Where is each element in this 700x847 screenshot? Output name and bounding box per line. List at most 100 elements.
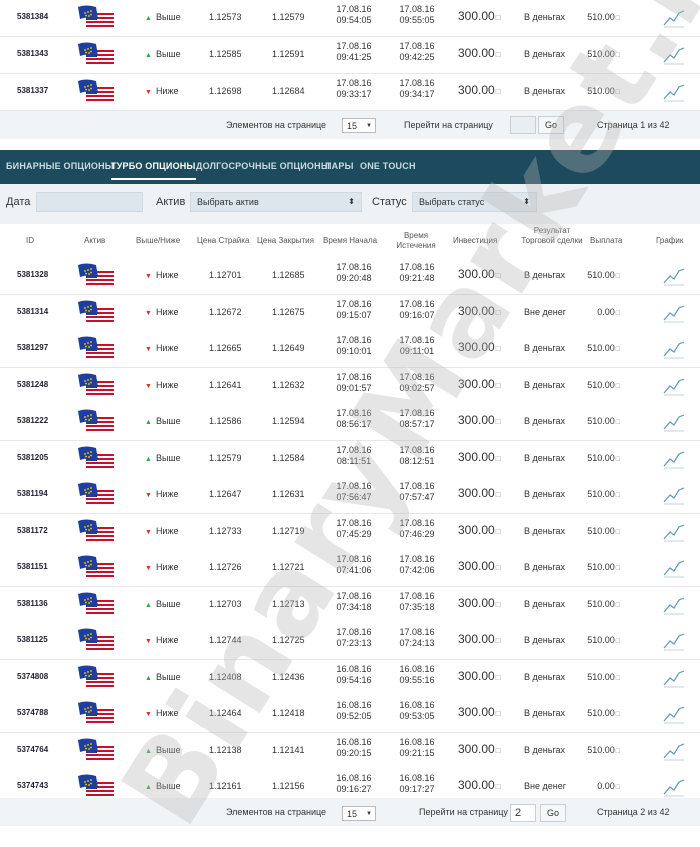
direction-label: Выше bbox=[155, 452, 181, 463]
col-close[interactable]: Цена Закрытия bbox=[257, 236, 314, 246]
goto-page-input[interactable]: 2 bbox=[510, 804, 536, 822]
chart-icon[interactable] bbox=[663, 631, 685, 651]
chart-icon[interactable] bbox=[663, 376, 685, 396]
direction-label: Ниже bbox=[155, 635, 179, 645]
date-input[interactable] bbox=[36, 192, 143, 212]
direction: ▼ Ниже bbox=[145, 86, 179, 96]
start-clock: 09:16:27 bbox=[336, 784, 372, 794]
col-investment[interactable]: Инвестиция bbox=[453, 236, 497, 246]
strike-price: 1.12579 bbox=[209, 452, 242, 463]
end-clock: 07:24:13 bbox=[399, 638, 435, 648]
arrow-up-icon: ▲ bbox=[145, 674, 152, 682]
status-select[interactable]: Выбрать статус ⬍ bbox=[412, 192, 537, 212]
end-clock: 09:53:05 bbox=[399, 711, 435, 721]
end-clock: 09:16:07 bbox=[399, 309, 435, 320]
chart-icon[interactable] bbox=[663, 339, 685, 359]
trade-result: В деньгах bbox=[524, 452, 566, 463]
col-asset[interactable]: Актив bbox=[84, 236, 105, 246]
close-price: 1.12713 bbox=[272, 598, 305, 609]
start-date: 16.08.16 bbox=[336, 700, 372, 710]
col-id[interactable]: ID bbox=[26, 236, 34, 246]
option-type-tabs: БИНАРНЫЕ ОПЦИОНЫ ТУРБО ОПЦИОНЫ ДОЛГОСРОЧ… bbox=[0, 150, 700, 184]
col-direction[interactable]: Выше/Ниже bbox=[136, 236, 180, 246]
expiry-time: 17.08.16 07:35:18 bbox=[397, 591, 437, 613]
asset-select[interactable]: Выбрать актив ⬍ bbox=[190, 192, 362, 212]
per-page-select[interactable]: 15 ▼ bbox=[342, 806, 376, 821]
start-date: 16.08.16 bbox=[336, 773, 372, 783]
table-row: 5381151 ▼ Ниже 1.12726 1.12721 17.08.16 07:41:… bbox=[0, 550, 700, 587]
eurusd-flag-icon bbox=[76, 335, 116, 361]
start-date: 17.08.16 bbox=[336, 298, 372, 309]
chart-icon[interactable] bbox=[663, 741, 685, 761]
payout-amount: 510.00 bbox=[587, 49, 615, 59]
start-time: 17.08.16 07:34:18 bbox=[334, 591, 374, 613]
chart-icon[interactable] bbox=[663, 82, 685, 102]
chart-icon[interactable] bbox=[663, 485, 685, 505]
tab-turbo-options[interactable]: ТУРБО ОПЦИОНЫ bbox=[111, 161, 196, 180]
chart-icon[interactable] bbox=[663, 45, 685, 65]
currency-icon: □ bbox=[495, 50, 501, 59]
chart-icon[interactable] bbox=[663, 412, 685, 432]
currency-icon: □ bbox=[615, 565, 620, 572]
strike-price: 1.12408 bbox=[209, 671, 242, 682]
start-clock: 09:41:25 bbox=[336, 52, 372, 62]
trade-id: 5381343 bbox=[17, 49, 49, 58]
payout-amount: 510.00 bbox=[587, 708, 615, 718]
payout: 0.00□ bbox=[582, 781, 620, 791]
col-start-time[interactable]: Время Начала bbox=[323, 236, 377, 246]
col-strike[interactable]: Цена Страйка bbox=[197, 236, 249, 246]
tab-pairs[interactable]: ПАРЫ bbox=[325, 161, 354, 171]
start-clock: 08:11:51 bbox=[336, 455, 372, 466]
chart-icon[interactable] bbox=[663, 449, 685, 469]
payout: 510.00□ bbox=[582, 12, 620, 22]
table-row: 5374764 ▲ Выше 1.12138 1.12141 16.08.16 09:20:… bbox=[0, 732, 700, 770]
per-page-select[interactable]: 15 ▼ bbox=[342, 118, 376, 133]
currency-icon: □ bbox=[615, 674, 620, 682]
chart-icon[interactable] bbox=[663, 522, 685, 542]
col-expiry-time[interactable]: Время Истечения bbox=[392, 231, 440, 251]
currency-icon: □ bbox=[495, 307, 501, 317]
trade-id: 5381337 bbox=[17, 86, 49, 95]
col-payout[interactable]: Выплата bbox=[590, 236, 622, 246]
close-price: 1.12632 bbox=[272, 379, 305, 390]
strike-price: 1.12641 bbox=[209, 379, 242, 390]
arrow-down-icon: ▼ bbox=[145, 528, 152, 536]
payout-amount: 510.00 bbox=[587, 343, 615, 353]
start-date: 17.08.16 bbox=[336, 262, 372, 272]
chart-icon[interactable] bbox=[663, 303, 685, 323]
asset-label: Актив bbox=[156, 196, 186, 208]
currency-icon: □ bbox=[615, 52, 620, 59]
tab-long-term-options[interactable]: ДОЛГОСРОЧНЫЕ ОПЦИОНЫ bbox=[196, 161, 330, 171]
go-button[interactable]: Go bbox=[540, 804, 566, 822]
tab-one-touch[interactable]: ONE TOUCH bbox=[360, 161, 416, 171]
arrow-down-icon: ▼ bbox=[145, 492, 152, 499]
chart-icon[interactable] bbox=[663, 8, 685, 28]
expiry-time: 16.08.16 09:21:15 bbox=[397, 737, 437, 759]
direction-label: Выше bbox=[155, 49, 181, 59]
investment: 300.00□ bbox=[458, 669, 501, 683]
investment-amount: 300.00 bbox=[458, 741, 495, 756]
start-date: 17.08.16 bbox=[336, 408, 372, 418]
chart-icon[interactable] bbox=[663, 595, 685, 615]
trade-result: В деньгах bbox=[524, 562, 566, 572]
goto-page-input[interactable] bbox=[510, 116, 536, 134]
direction-label: Выше bbox=[155, 416, 181, 426]
chart-icon[interactable] bbox=[663, 777, 685, 797]
payout: 510.00□ bbox=[582, 526, 620, 536]
chart-icon[interactable] bbox=[663, 266, 685, 286]
chart-icon[interactable] bbox=[663, 668, 685, 688]
tab-binary-options[interactable]: БИНАРНЫЕ ОПЦИОНЫ bbox=[6, 161, 114, 171]
col-result[interactable]: Результат Торговой сделки bbox=[516, 226, 588, 246]
direction: ▲ Выше bbox=[145, 49, 181, 59]
trade-id: 5374764 bbox=[17, 744, 49, 754]
trade-result: В деньгах bbox=[524, 744, 566, 755]
end-clock: 09:34:17 bbox=[399, 89, 435, 99]
go-button[interactable]: Go bbox=[538, 116, 564, 134]
eurusd-flag-icon bbox=[76, 518, 116, 544]
end-date: 17.08.16 bbox=[399, 78, 435, 88]
trade-id: 5381384 bbox=[17, 12, 49, 21]
expiry-time: 16.08.16 09:53:05 bbox=[397, 700, 437, 722]
chart-icon[interactable] bbox=[663, 704, 685, 724]
end-clock: 09:21:48 bbox=[399, 273, 435, 283]
chart-icon[interactable] bbox=[663, 558, 685, 578]
